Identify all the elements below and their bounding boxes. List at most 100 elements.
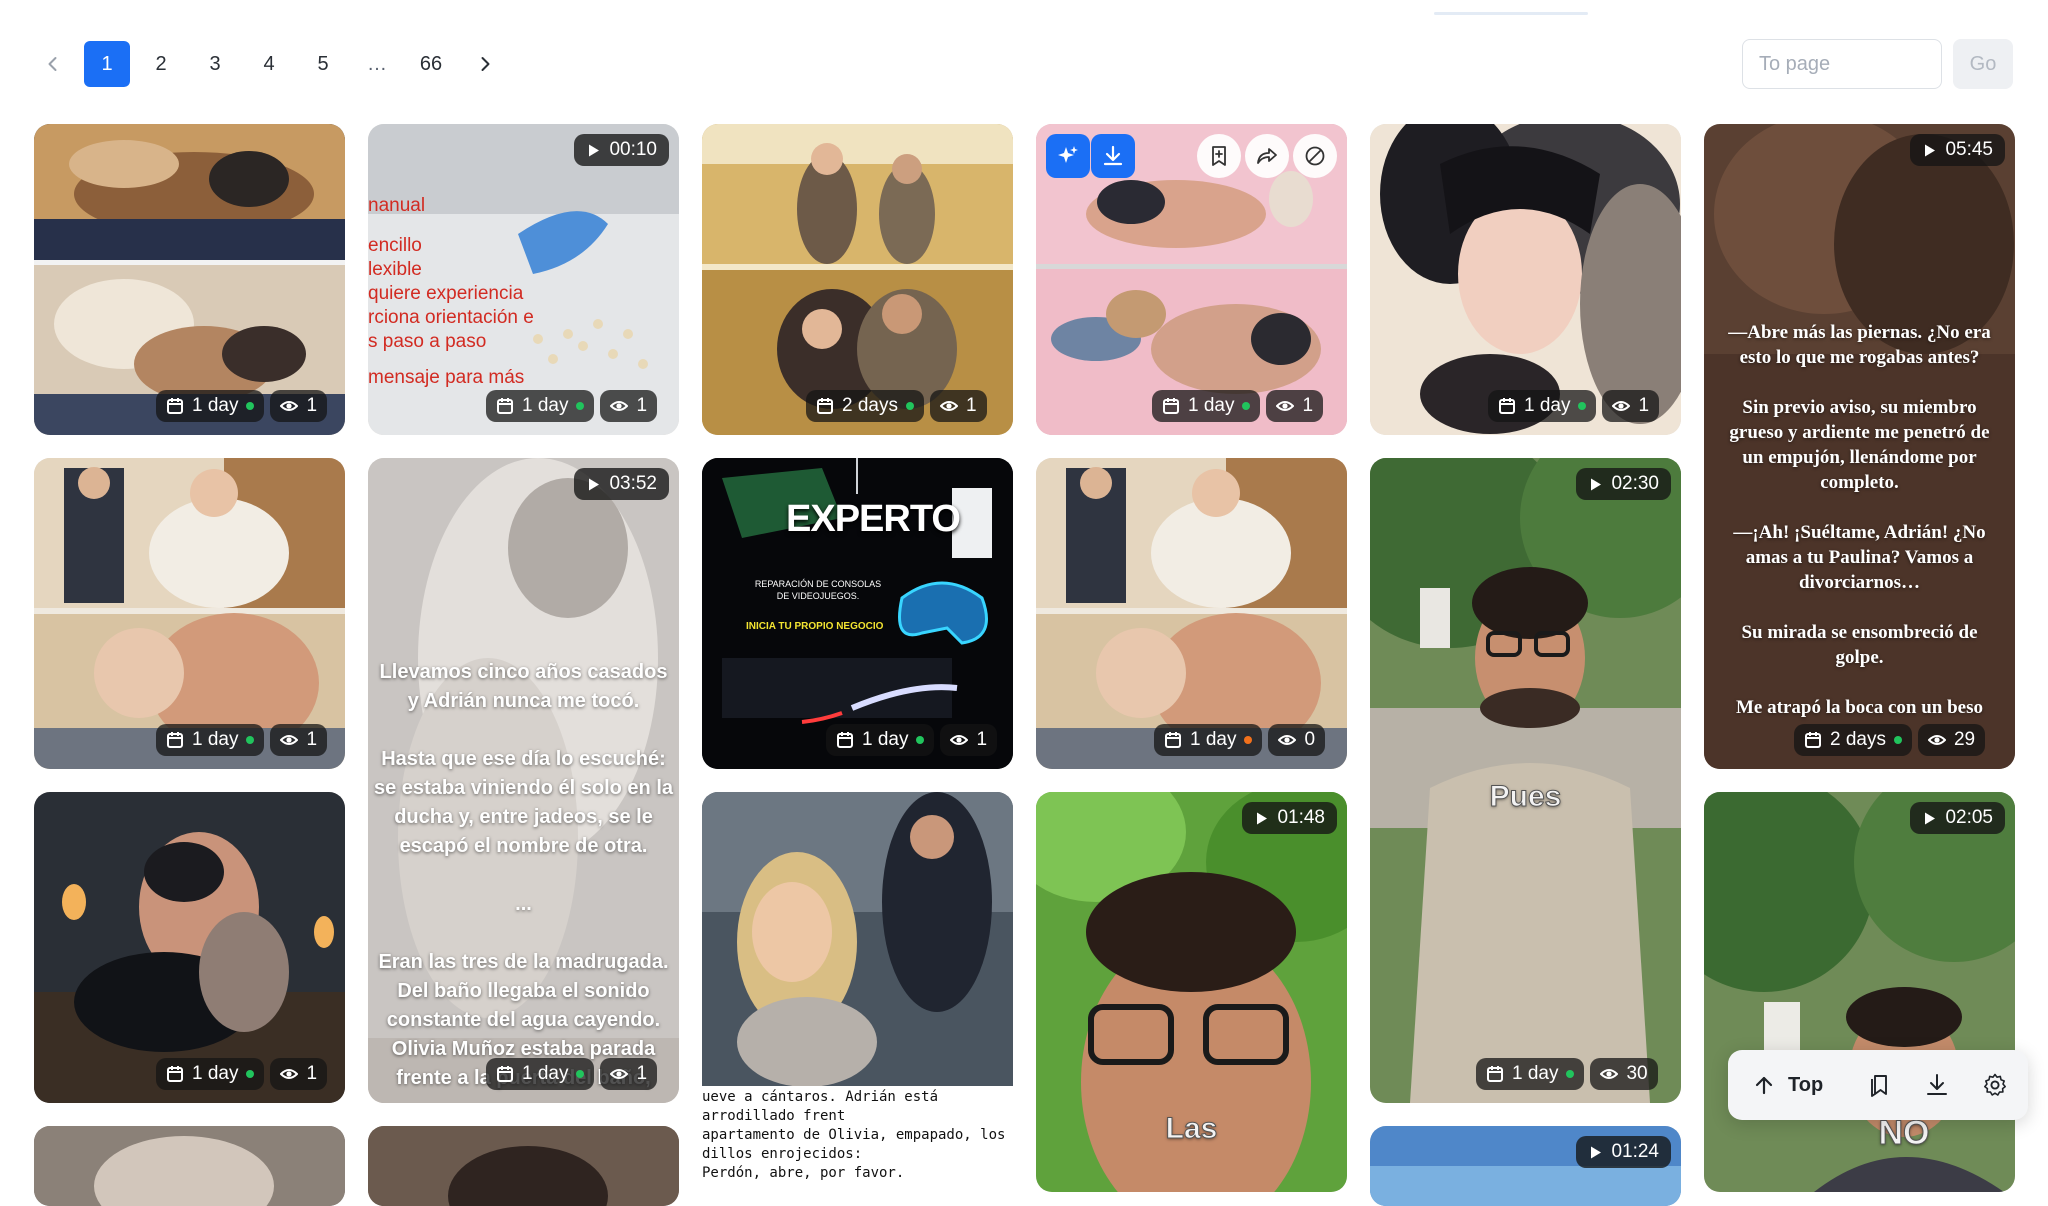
eye-icon (610, 1069, 629, 1079)
age-text: 1 day (192, 395, 239, 416)
eye-icon (280, 401, 299, 411)
status-dot (1578, 402, 1587, 410)
bookmarks-icon[interactable] (1866, 1072, 1892, 1098)
media-card[interactable]: 1 day 1 (1370, 124, 1681, 435)
block-button[interactable] (1293, 134, 1337, 178)
caption-text: nanual encillo lexible quiere experienci… (368, 194, 568, 390)
page-66-button[interactable]: 66 (408, 41, 454, 87)
age-text: 1 day (192, 729, 239, 750)
page-ellipsis[interactable]: … (354, 41, 400, 87)
calendar-icon (1165, 732, 1181, 748)
age-text: 1 day (192, 1063, 239, 1084)
age-badge: 1 day (156, 1058, 265, 1090)
media-card[interactable]: 1 day 0 (1036, 458, 1347, 769)
story-text: —Abre más las piernas. ¿No era esto lo q… (1728, 322, 1991, 718)
media-card[interactable]: Llevamos cinco años casados y Adrián nun… (368, 458, 679, 1103)
calendar-icon (167, 732, 183, 748)
media-card[interactable] (34, 1126, 345, 1206)
arrow-up-icon (1755, 1076, 1773, 1095)
page-1-button[interactable]: 1 (84, 41, 130, 87)
media-card[interactable]: nanual encillo lexible quiere experienci… (368, 124, 679, 435)
card-stats: 1 day 1 (1152, 389, 1324, 423)
age-badge: 2 days (1794, 724, 1912, 756)
download-button[interactable] (1091, 134, 1135, 178)
bookmark-button[interactable] (1197, 134, 1241, 178)
age-badge: 1 day (826, 724, 935, 756)
page-2-button[interactable]: 2 (138, 41, 184, 87)
bookmark-add-icon (1212, 146, 1226, 166)
go-button[interactable]: Go (1953, 39, 2013, 89)
media-card[interactable]: 1 day 1 (34, 792, 345, 1103)
card-stats: 1 day 1 (156, 389, 328, 423)
media-card[interactable]: 1 day 1 (34, 124, 345, 435)
page-4-button[interactable]: 4 (246, 41, 292, 87)
caption-text: ueve a cántaros. Adrián está arrodillado… (702, 1088, 1013, 1183)
download-icon[interactable] (1924, 1072, 1950, 1098)
page-5-button[interactable]: 5 (300, 41, 346, 87)
eye-icon (610, 401, 629, 411)
duration-text: 02:30 (1611, 473, 1659, 494)
age-text: 1 day (1524, 395, 1571, 416)
views-badge: 1 (1602, 390, 1660, 422)
share-button[interactable] (1245, 134, 1289, 178)
status-dot (576, 402, 585, 410)
views-badge: 1 (270, 724, 328, 756)
play-icon (1925, 144, 1936, 156)
card-actions (1046, 134, 1337, 182)
status-dot (1242, 402, 1251, 410)
eye-icon (1600, 1069, 1619, 1079)
duration-badge: 03:52 (574, 468, 669, 500)
prev-page-button[interactable] (30, 41, 76, 87)
media-card[interactable]: Las 01:48 (1036, 792, 1347, 1192)
calendar-icon (167, 398, 183, 414)
age-badge: 1 day (1152, 390, 1261, 422)
ad-cta: INICIA TU PROPIO NEGOCIO (746, 621, 884, 632)
age-text: 1 day (522, 395, 569, 416)
views-badge: 1 (600, 390, 658, 422)
caption-line: dillos enrojecidos: (702, 1146, 863, 1162)
media-card[interactable] (368, 1126, 679, 1206)
media-card[interactable]: 1 day 1 (34, 458, 345, 769)
age-badge: 1 day (1476, 1058, 1585, 1090)
eye-icon (280, 735, 299, 745)
to-page-input[interactable] (1742, 39, 1942, 89)
video-caption: Pues (1489, 780, 1562, 814)
views-badge: 30 (1590, 1058, 1658, 1090)
eye-icon (939, 401, 958, 411)
eye-icon (950, 735, 969, 745)
status-dot (1244, 736, 1253, 744)
duration-badge: 05:45 (1910, 134, 2005, 166)
ai-enhance-button[interactable] (1046, 134, 1090, 178)
caption-line: mensaje para más (368, 367, 525, 388)
views-badge: 1 (940, 724, 998, 756)
next-page-button[interactable] (462, 41, 508, 87)
media-card[interactable]: 2 days 1 (702, 124, 1013, 435)
caption-line: quiere experiencia (368, 283, 524, 304)
views-count: 1 (1302, 395, 1314, 416)
media-card[interactable]: NO 02:05 (1704, 792, 2015, 1192)
caption-line: apartamento de Olivia, empapado, los (702, 1127, 1006, 1143)
page-3-button[interactable]: 3 (192, 41, 238, 87)
views-count: 1 (306, 1063, 318, 1084)
status-dot (1893, 736, 1902, 744)
chevron-left-icon (48, 57, 57, 71)
media-card[interactable]: —Abre más las piernas. ¿No era esto lo q… (1704, 124, 2015, 769)
views-count: 29 (1953, 729, 1976, 750)
media-card[interactable]: ueve a cántaros. Adrián está arrodillado… (702, 792, 1013, 1192)
media-card[interactable]: 01:24 (1370, 1126, 1681, 1206)
views-badge: 1 (929, 390, 987, 422)
duration-text: 01:24 (1611, 1141, 1659, 1162)
play-icon (589, 144, 600, 156)
eye-icon (1278, 735, 1297, 745)
media-card[interactable]: EXPERTO REPARACIÓN DE CONSOLAS DE VIDEOJ… (702, 458, 1013, 769)
media-card[interactable]: Pues 02:30 1 day 30 (1370, 458, 1681, 1103)
play-icon (589, 478, 600, 490)
media-card[interactable]: 1 day 1 (1036, 124, 1347, 435)
calendar-icon (1499, 398, 1515, 414)
ad-title: EXPERTO (786, 498, 961, 540)
play-icon (1925, 812, 1936, 824)
back-to-top-button[interactable]: Top (1752, 1073, 1823, 1097)
calendar-icon (837, 732, 853, 748)
settings-gear-icon[interactable] (1982, 1072, 2008, 1098)
views-badge: 1 (270, 390, 328, 422)
